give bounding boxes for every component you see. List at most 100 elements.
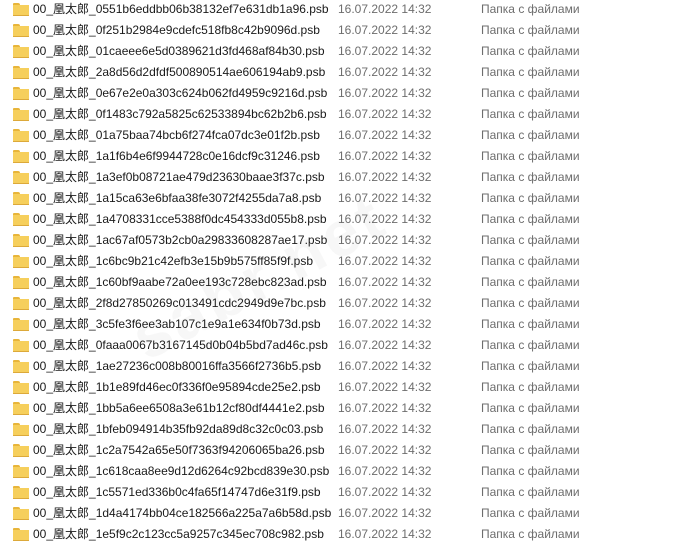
file-row[interactable]: 00_凰太郎_0f251b2984e9cdefc518fb8c42b9096d.… [0, 20, 687, 41]
folder-icon [13, 66, 29, 79]
file-row[interactable]: 00_凰太郎_01a75baa74bcb6f274fca07dc3e01f2b.… [0, 125, 687, 146]
file-name[interactable]: 00_凰太郎_1b1e89fd46ec0f336f0e95894cde25e2.… [33, 380, 321, 395]
file-row[interactable]: 00_凰太郎_1ae27236c008b80016ffa3566f2736b5.… [0, 356, 687, 377]
file-name[interactable]: 00_凰太郎_1a15ca63e6bfaa38fe3072f4255da7a8.… [33, 191, 321, 206]
modified-date: 16.07.2022 14:32 [338, 380, 432, 394]
folder-icon [13, 486, 29, 499]
folder-icon [13, 192, 29, 205]
file-name[interactable]: 00_凰太郎_3c5fe3f6ee3ab107c1e9a1e634f0b73d.… [33, 317, 321, 332]
file-type: Папка с файлами [481, 86, 580, 100]
file-row[interactable]: 00_凰太郎_1e5f9c2c123cc5a9257c345ec708c982.… [0, 524, 687, 545]
file-name[interactable]: 00_凰太郎_01caeee6e5d0389621d3fd468af84b30.… [33, 44, 325, 59]
file-name[interactable]: 00_凰太郎_1bb5a6ee6508a3e61b12cf80df4441e2.… [33, 401, 325, 416]
file-row[interactable]: 00_凰太郎_0f1483c792a5825c62533894bc62b2b6.… [0, 104, 687, 125]
file-row[interactable]: 00_凰太郎_1ac67af0573b2cb0a29833608287ae17.… [0, 230, 687, 251]
file-name[interactable]: 00_凰太郎_01a75baa74bcb6f274fca07dc3e01f2b.… [33, 128, 320, 143]
modified-date: 16.07.2022 14:32 [338, 233, 432, 247]
modified-date: 16.07.2022 14:32 [338, 170, 432, 184]
file-row[interactable]: 00_凰太郎_0551b6eddbb06b38132ef7e631db1a96.… [0, 0, 687, 20]
modified-date: 16.07.2022 14:32 [338, 254, 432, 268]
file-type: Папка с файлами [481, 380, 580, 394]
file-type: Папка с файлами [481, 296, 580, 310]
file-row[interactable]: 00_凰太郎_1b1e89fd46ec0f336f0e95894cde25e2.… [0, 377, 687, 398]
file-type: Папка с файлами [481, 506, 580, 520]
file-type: Папка с файлами [481, 275, 580, 289]
file-type: Папка с файлами [481, 422, 580, 436]
file-row[interactable]: 00_凰太郎_1d4a4174bb04ce182566a225a7a6b58d.… [0, 503, 687, 524]
file-name[interactable]: 00_凰太郎_0e67e2e0a303c624b062fd4959c9216d.… [33, 86, 327, 101]
modified-date: 16.07.2022 14:32 [338, 317, 432, 331]
folder-icon [13, 87, 29, 100]
file-row[interactable]: 00_凰太郎_1c2a7542a65e50f7363f94206065ba26.… [0, 440, 687, 461]
file-type: Папка с файлами [481, 191, 580, 205]
file-row[interactable]: 00_凰太郎_0e67e2e0a303c624b062fd4959c9216d.… [0, 83, 687, 104]
folder-icon [13, 108, 29, 121]
file-type: Папка с файлами [481, 107, 580, 121]
file-row[interactable]: 00_凰太郎_1c6bc9b21c42efb3e15b9b575ff85f9f.… [0, 251, 687, 272]
file-name[interactable]: 00_凰太郎_0f251b2984e9cdefc518fb8c42b9096d.… [33, 23, 320, 38]
file-name[interactable]: 00_凰太郎_1d4a4174bb04ce182566a225a7a6b58d.… [33, 506, 331, 521]
file-name[interactable]: 00_凰太郎_1a3ef0b08721ae479d23630baae3f37c.… [33, 170, 325, 185]
file-row[interactable]: 00_凰太郎_1a4708331cce5388f0dc454333d055b8.… [0, 209, 687, 230]
modified-date: 16.07.2022 14:32 [338, 506, 432, 520]
file-name[interactable]: 00_凰太郎_1bfeb094914b35fb92da89d8c32c0c03.… [33, 422, 323, 437]
modified-date: 16.07.2022 14:32 [338, 275, 432, 289]
modified-date: 16.07.2022 14:32 [338, 296, 432, 310]
file-name[interactable]: 00_凰太郎_0faaa0067b3167145d0b04b5bd7ad46c.… [33, 338, 328, 353]
file-row[interactable]: 00_凰太郎_1a15ca63e6bfaa38fe3072f4255da7a8.… [0, 188, 687, 209]
file-row[interactable]: 00_凰太郎_3c5fe3f6ee3ab107c1e9a1e634f0b73d.… [0, 314, 687, 335]
file-name[interactable]: 00_凰太郎_1c2a7542a65e50f7363f94206065ba26.… [33, 443, 325, 458]
file-row[interactable]: 00_凰太郎_1bfeb094914b35fb92da89d8c32c0c03.… [0, 419, 687, 440]
file-row[interactable]: 00_凰太郎_1c618caa8ee9d12d6264c92bcd839e30.… [0, 461, 687, 482]
file-name[interactable]: 00_凰太郎_1c60bf9aabe72a0ee193c728ebc823ad.… [33, 275, 327, 290]
folder-icon [13, 360, 29, 373]
file-row[interactable]: 00_凰太郎_2a8d56d2dfdf500890514ae606194ab9.… [0, 62, 687, 83]
modified-date: 16.07.2022 14:32 [338, 149, 432, 163]
modified-date: 16.07.2022 14:32 [338, 443, 432, 457]
file-name[interactable]: 00_凰太郎_1ac67af0573b2cb0a29833608287ae17.… [33, 233, 327, 248]
file-row[interactable]: 00_凰太郎_2f8d27850269c013491cdc2949d9e7bc.… [0, 293, 687, 314]
file-type: Папка с файлами [481, 65, 580, 79]
file-name[interactable]: 00_凰太郎_2f8d27850269c013491cdc2949d9e7bc.… [33, 296, 326, 311]
file-name[interactable]: 00_凰太郎_1ae27236c008b80016ffa3566f2736b5.… [33, 359, 321, 374]
file-row[interactable]: 00_凰太郎_1bb5a6ee6508a3e61b12cf80df4441e2.… [0, 398, 687, 419]
file-row[interactable]: 00_凰太郎_01caeee6e5d0389621d3fd468af84b30.… [0, 41, 687, 62]
modified-date: 16.07.2022 14:32 [338, 65, 432, 79]
file-name[interactable]: 00_凰太郎_1e5f9c2c123cc5a9257c345ec708c982.… [33, 527, 324, 542]
file-row[interactable]: 00_凰太郎_1c60bf9aabe72a0ee193c728ebc823ad.… [0, 272, 687, 293]
file-type: Папка с файлами [481, 170, 580, 184]
file-name[interactable]: 00_凰太郎_0f1483c792a5825c62533894bc62b2b6.… [33, 107, 327, 122]
folder-icon [13, 423, 29, 436]
modified-date: 16.07.2022 14:32 [338, 86, 432, 100]
file-type: Папка с файлами [481, 401, 580, 415]
modified-date: 16.07.2022 14:32 [338, 107, 432, 121]
file-row[interactable]: 00_凰太郎_1c5571ed336b0c4fa65f14747d6e31f9.… [0, 482, 687, 503]
folder-icon [13, 444, 29, 457]
folder-icon [13, 24, 29, 37]
file-type: Папка с файлами [481, 485, 580, 499]
folder-icon [13, 45, 29, 58]
file-name[interactable]: 00_凰太郎_1c618caa8ee9d12d6264c92bcd839e30.… [33, 464, 329, 479]
folder-icon [13, 171, 29, 184]
modified-date: 16.07.2022 14:32 [338, 527, 432, 541]
folder-icon [13, 402, 29, 415]
modified-date: 16.07.2022 14:32 [338, 44, 432, 58]
file-type: Папка с файлами [481, 128, 580, 142]
folder-icon [13, 213, 29, 226]
file-name[interactable]: 00_凰太郎_1a1f6b4e6f9944728c0e16dcf9c31246.… [33, 149, 320, 164]
file-name[interactable]: 00_凰太郎_1c6bc9b21c42efb3e15b9b575ff85f9f.… [33, 254, 313, 269]
folder-icon [13, 465, 29, 478]
file-name[interactable]: 00_凰太郎_1c5571ed336b0c4fa65f14747d6e31f9.… [33, 485, 321, 500]
file-type: Папка с файлами [481, 149, 580, 163]
file-name[interactable]: 00_凰太郎_2a8d56d2dfdf500890514ae606194ab9.… [33, 65, 325, 80]
modified-date: 16.07.2022 14:32 [338, 191, 432, 205]
file-name[interactable]: 00_凰太郎_0551b6eddbb06b38132ef7e631db1a96.… [33, 2, 329, 17]
file-row[interactable]: 00_凰太郎_0faaa0067b3167145d0b04b5bd7ad46c.… [0, 335, 687, 356]
file-row[interactable]: 00_凰太郎_1a1f6b4e6f9944728c0e16dcf9c31246.… [0, 146, 687, 167]
folder-icon [13, 339, 29, 352]
folder-icon [13, 3, 29, 16]
modified-date: 16.07.2022 14:32 [338, 485, 432, 499]
file-row[interactable]: 00_凰太郎_1a3ef0b08721ae479d23630baae3f37c.… [0, 167, 687, 188]
file-type: Папка с файлами [481, 359, 580, 373]
file-name[interactable]: 00_凰太郎_1a4708331cce5388f0dc454333d055b8.… [33, 212, 327, 227]
